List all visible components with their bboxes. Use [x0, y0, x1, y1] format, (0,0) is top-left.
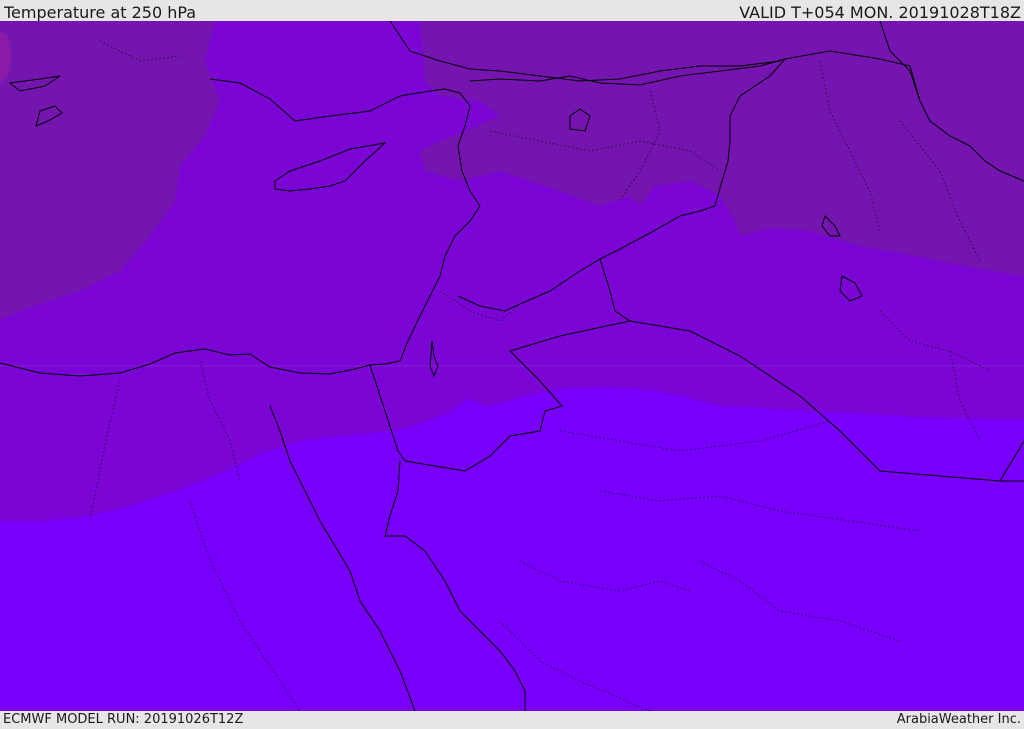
credit-label: ArabiaWeather Inc.: [896, 712, 1021, 727]
header-bar: Temperature at 250 hPa VALID T+054 MON. …: [0, 0, 1024, 22]
model-run-label: ECMWF MODEL RUN: 20191026T12Z: [3, 712, 244, 727]
map-title: Temperature at 250 hPa: [4, 3, 197, 22]
valid-time-label: VALID T+054 MON. 20191028T18Z: [739, 3, 1021, 22]
temperature-map: [0, 21, 1024, 711]
footer-bar: ECMWF MODEL RUN: 20191026T12Z ArabiaWeat…: [0, 711, 1024, 729]
map-frame: Temperature at 250 hPa VALID T+054 MON. …: [0, 0, 1024, 729]
